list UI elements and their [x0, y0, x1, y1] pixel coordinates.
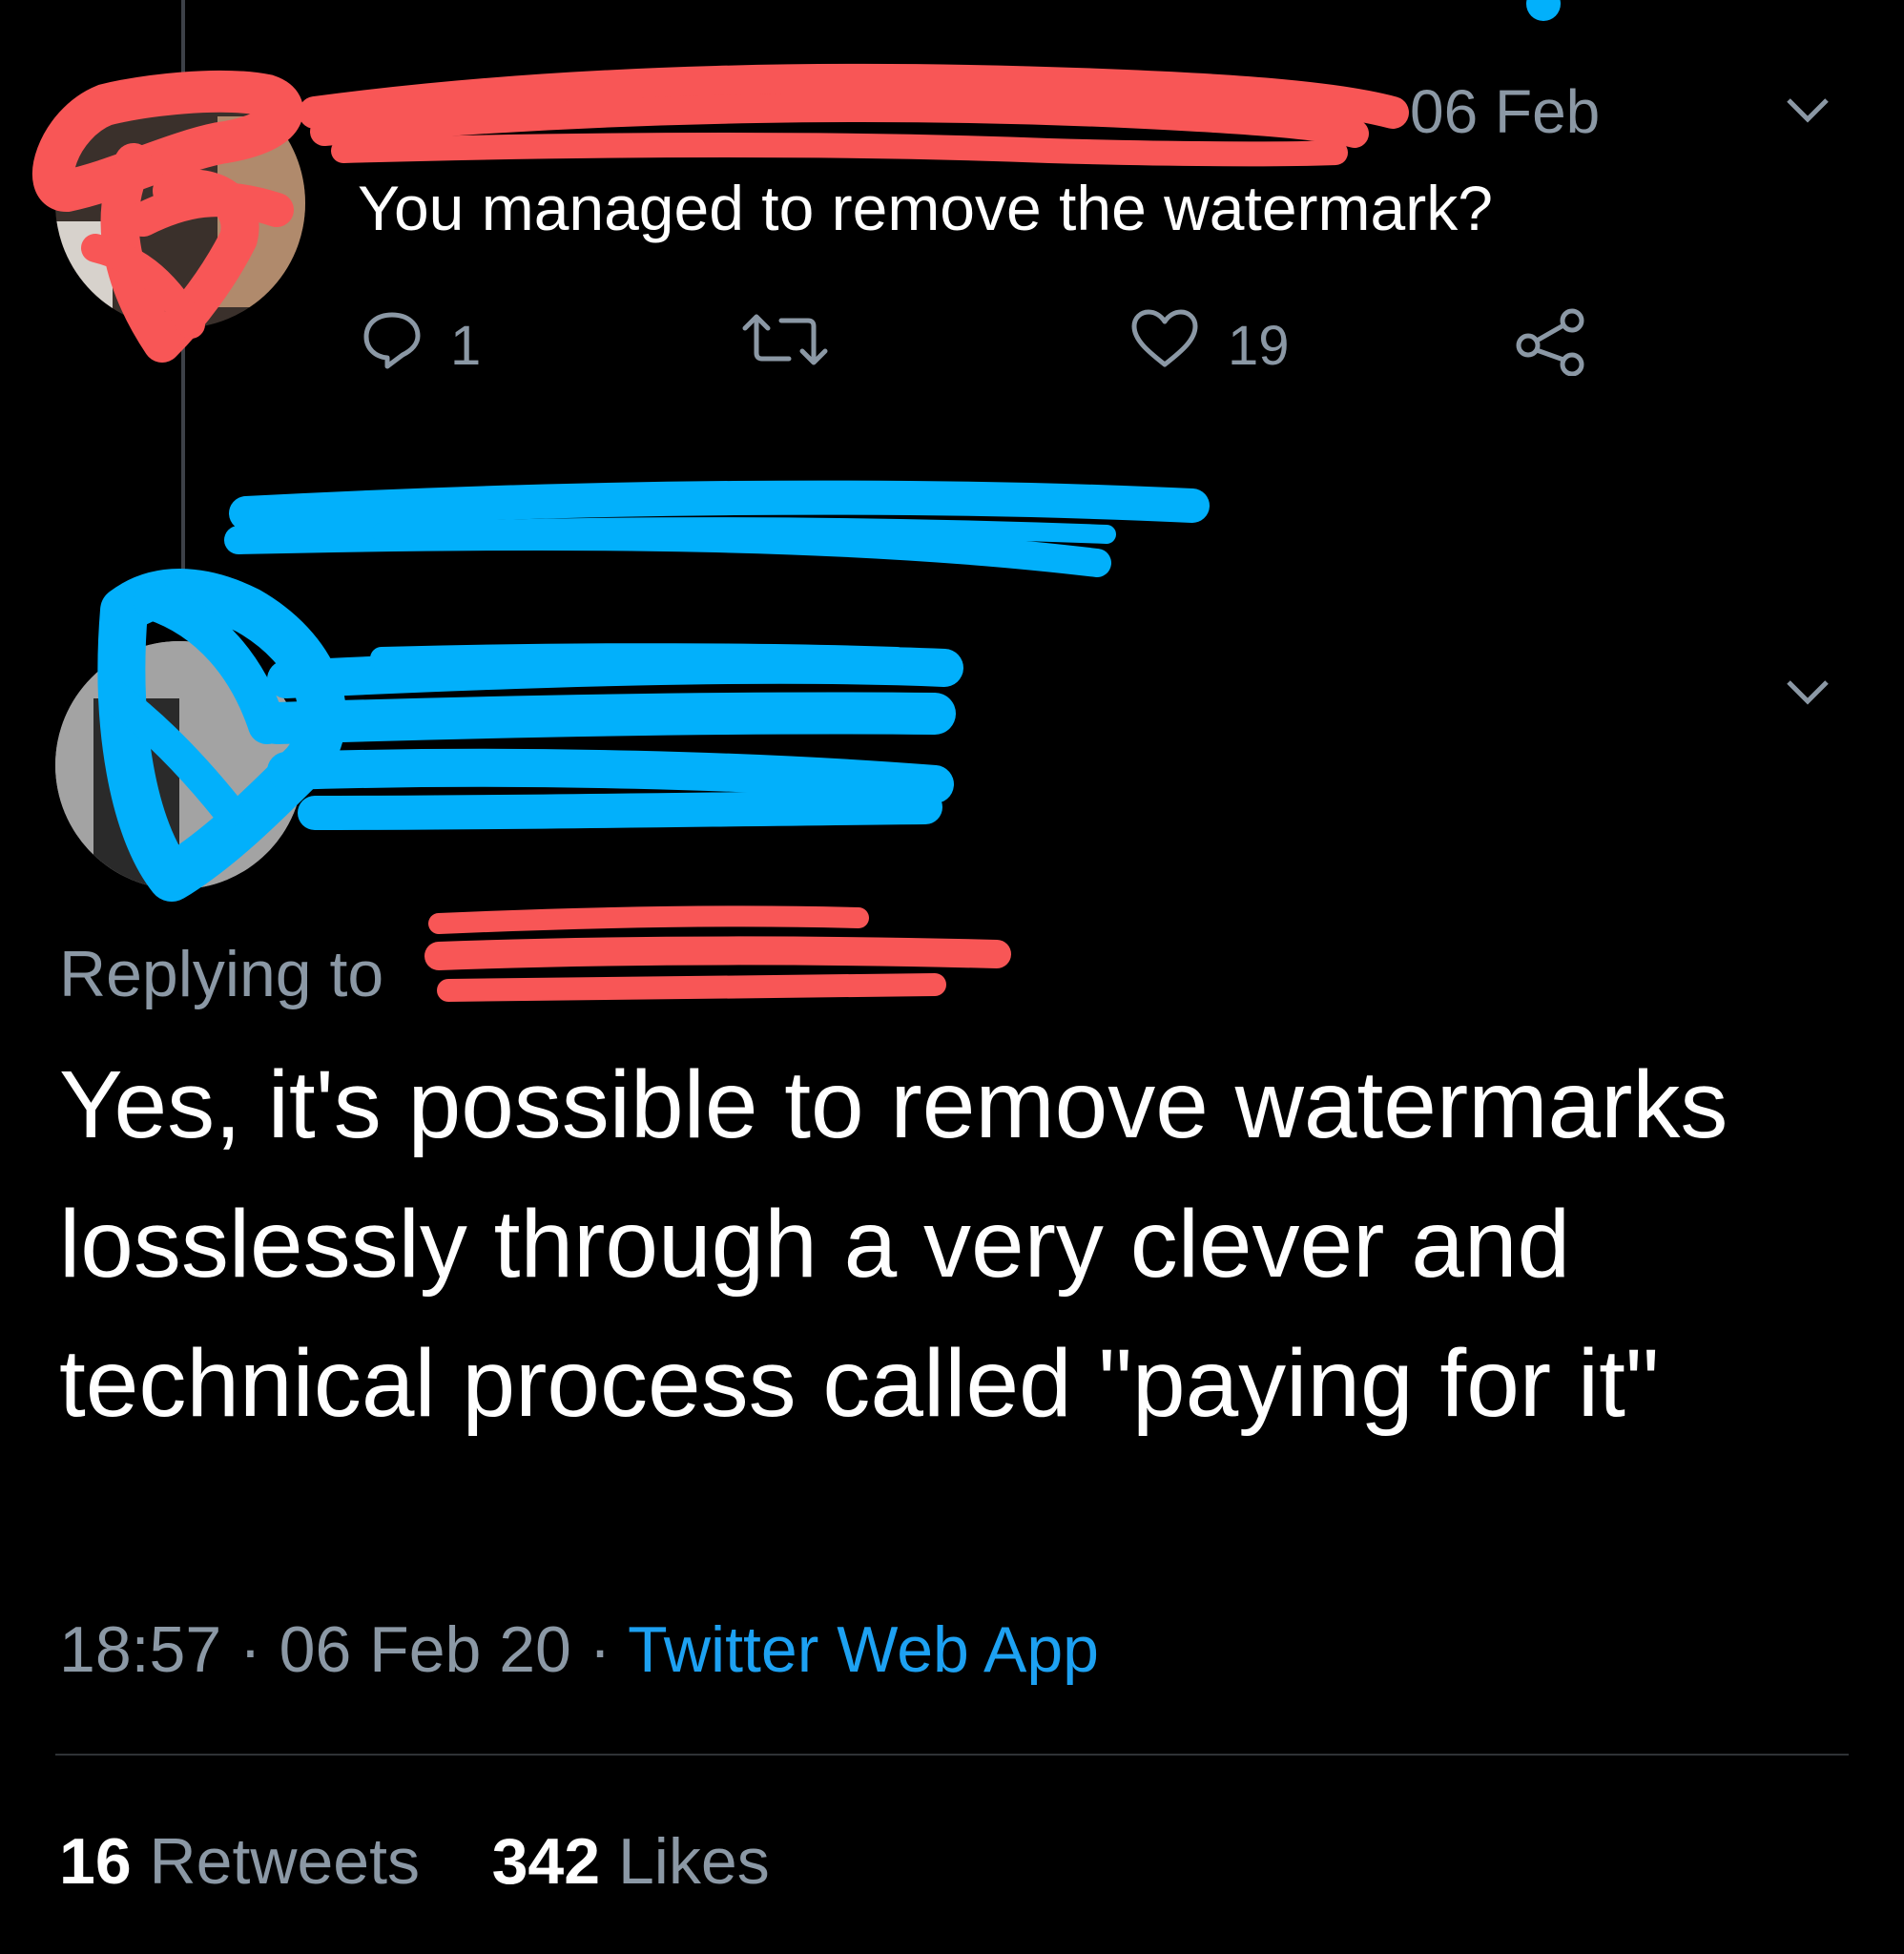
blue-dot	[1526, 0, 1561, 21]
reply-count: 1	[450, 314, 482, 377]
parent-tweet-avatar[interactable]	[55, 78, 305, 328]
chevron-down-icon[interactable]	[1784, 668, 1832, 720]
like-icon	[1128, 307, 1201, 384]
retweet-button[interactable]	[739, 311, 831, 382]
parent-tweet-date[interactable]: 06 Feb	[1410, 76, 1600, 147]
retweets-stat[interactable]: 16 Retweets	[59, 1825, 420, 1898]
like-count: 19	[1228, 314, 1290, 377]
share-icon[interactable]	[1513, 307, 1589, 381]
retweets-label: Retweets	[149, 1825, 421, 1898]
divider	[55, 1754, 1849, 1756]
like-button[interactable]: 19	[1128, 307, 1290, 384]
retweet-icon	[739, 311, 831, 382]
tweet-metadata: 18:57 · 06 Feb 20 · Twitter Web App	[59, 1612, 1099, 1687]
tweet-time: 18:57	[59, 1613, 222, 1686]
tweet-stats: 16 Retweets 342 Likes	[59, 1824, 770, 1899]
likes-count: 342	[491, 1825, 601, 1898]
reply-button[interactable]: 1	[361, 307, 481, 384]
likes-label: Likes	[617, 1825, 770, 1898]
main-tweet-text: Yes, it's possible to remove watermarks …	[59, 1051, 1728, 1437]
replying-to-label: Replying to	[59, 938, 384, 1010]
tweet-date: 06 Feb 20	[279, 1613, 571, 1686]
reply-icon	[361, 307, 424, 384]
tweet-source-link[interactable]: Twitter Web App	[628, 1613, 1099, 1686]
chevron-down-icon[interactable]	[1784, 86, 1832, 138]
likes-stat[interactable]: 342 Likes	[492, 1825, 770, 1898]
main-tweet-avatar[interactable]	[55, 641, 303, 889]
meta-separator: ·	[239, 1613, 261, 1686]
meta-separator: ·	[589, 1613, 611, 1686]
parent-tweet-text: You managed to remove the watermark?	[358, 173, 1493, 243]
retweets-count: 16	[59, 1825, 132, 1898]
